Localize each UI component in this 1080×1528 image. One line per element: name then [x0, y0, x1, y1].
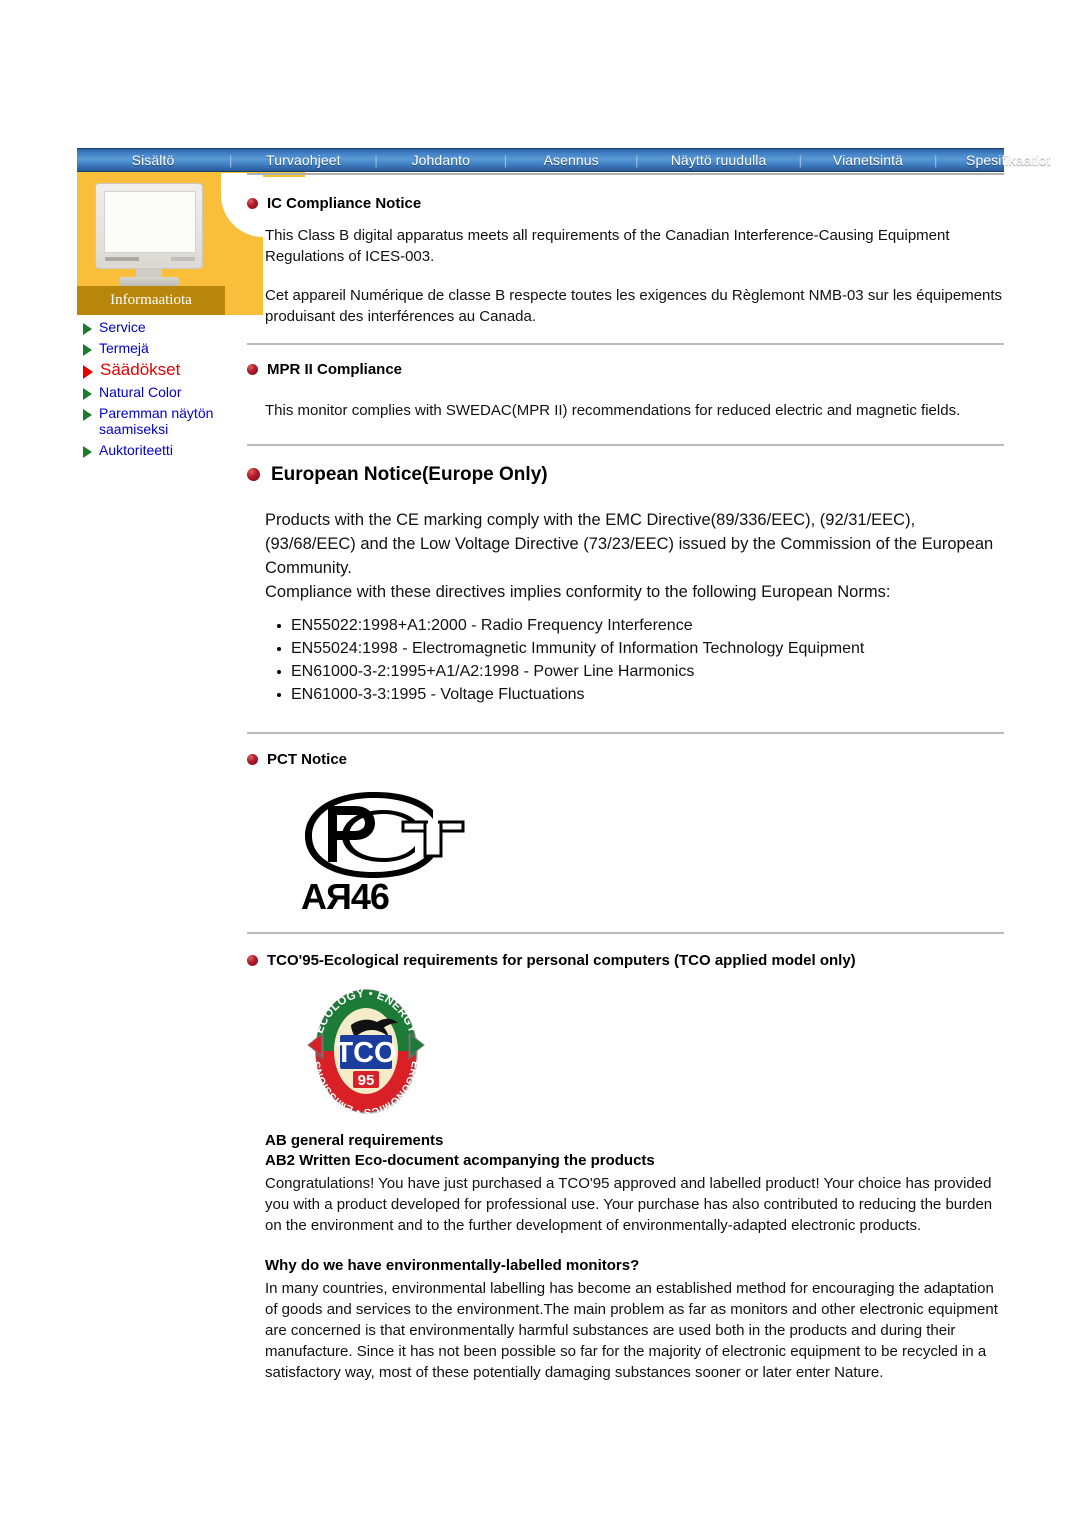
sidebar-item-label: Paremman näytön saamiseksi — [99, 405, 214, 437]
tco-subheading-ab-general: AB general requirements — [265, 1132, 444, 1149]
arrow-right-icon — [83, 446, 92, 458]
mpr-paragraph: This monitor complies with SWEDAC(MPR II… — [265, 402, 961, 419]
nav-tab-vianetsinta[interactable]: Vianetsintä — [802, 152, 934, 168]
tco-subheading-ab2: AB2 Written Eco-document acompanying the… — [265, 1152, 655, 1169]
arrow-right-icon — [83, 323, 92, 335]
tco95-logo: ECOLOGY • ENERGY ERGONOMICS • EMISSIONS … — [305, 985, 427, 1118]
sidebar-link-list: Service Termejä Säädökset Natural Color … — [77, 319, 247, 463]
european-paragraph-1: Products with the CE marking comply with… — [265, 511, 994, 577]
sidebar-item-service[interactable]: Service — [77, 319, 247, 335]
section-heading-european-notice: European Notice(Europe Only) — [247, 464, 1004, 486]
tco-paragraph-2: In many countries, environmental labelli… — [265, 1280, 998, 1381]
sidebar-item-label: Service — [99, 319, 146, 335]
arrow-right-icon — [83, 344, 92, 356]
section-heading-tco95: TCO'95-Ecological requirements for perso… — [247, 952, 1004, 969]
sidebar-item-label: Säädökset — [100, 360, 181, 379]
nav-tab-asennus[interactable]: Asennus — [507, 152, 635, 168]
heading-text: PCT Notice — [267, 751, 348, 768]
tco-year-text: 95 — [358, 1072, 375, 1089]
monitor-screen — [104, 191, 196, 253]
heading-text: IC Compliance Notice — [267, 195, 422, 212]
nav-tab-johdanto[interactable]: Johdanto — [378, 152, 504, 168]
nav-separator: | — [229, 152, 233, 168]
red-sphere-bullet-icon — [247, 364, 258, 375]
tco95-logo-svg: ECOLOGY • ENERGY ERGONOMICS • EMISSIONS … — [307, 988, 425, 1118]
monitor-brand-mark — [105, 257, 139, 261]
tco-subheading-why: Why do we have environmentally-labelled … — [265, 1257, 640, 1274]
section-heading-pct-notice: PCT Notice — [247, 751, 1004, 768]
pct-certification-mark: АЯ46 — [295, 786, 465, 918]
divider — [247, 343, 1004, 345]
list-item: EN61000-3-3:1995 - Voltage Fluctuations — [277, 683, 1004, 706]
red-sphere-bullet-icon — [247, 468, 260, 481]
arrow-right-icon — [83, 365, 93, 379]
nav-tab-turvaohjeet[interactable]: Turvaohjeet — [232, 152, 374, 168]
red-sphere-bullet-icon — [247, 955, 258, 966]
sidebar-product-panel: Informaatiota — [77, 173, 263, 315]
heading-text: MPR II Compliance — [267, 361, 403, 378]
pct-mark-svg — [305, 792, 465, 878]
list-item: EN55024:1998 - Electromagnetic Immunity … — [277, 637, 1004, 660]
divider — [247, 732, 1004, 734]
monitor-body — [95, 183, 203, 269]
main-content: IC Compliance Notice This Class B digita… — [247, 173, 1004, 1383]
sidebar-item-label: Auktoriteetti — [99, 442, 173, 458]
arrow-right-icon — [83, 409, 92, 421]
ic-paragraph-en: This Class B digital apparatus meets all… — [265, 227, 950, 265]
divider — [247, 173, 1004, 175]
tco-paragraph-1: Congratulations! You have just purchased… — [265, 1175, 993, 1234]
nav-tab-spesifikaatiot[interactable]: Spesifikaatiot — [937, 152, 1079, 168]
nav-tab-nayttoruudulla[interactable]: Näyttö ruudulla — [639, 152, 799, 168]
nav-separator: | — [933, 152, 938, 168]
sidebar-item-label: Natural Color — [99, 384, 182, 400]
sidebar-item-label: Termejä — [99, 340, 149, 356]
sidebar-item-auktoriteetti[interactable]: Auktoriteetti — [77, 442, 247, 458]
nav-separator: | — [374, 152, 378, 168]
arrow-right-icon — [83, 388, 92, 400]
sidebar-item-natural-color[interactable]: Natural Color — [77, 384, 247, 400]
divider — [247, 444, 1004, 446]
red-sphere-bullet-icon — [247, 754, 258, 765]
section-heading-ic-compliance: IC Compliance Notice — [247, 195, 1004, 212]
divider — [247, 932, 1004, 934]
sidebar-item-saadokset[interactable]: Säädökset — [77, 361, 247, 379]
nav-tab-sisalto[interactable]: Sisältö — [77, 152, 229, 168]
pct-mark-code: АЯ46 — [301, 876, 390, 917]
red-sphere-bullet-icon — [247, 198, 258, 209]
monitor-model-mark — [171, 257, 195, 261]
nav-separator: | — [503, 152, 508, 168]
sidebar-panel-caption: Informaatiota — [77, 286, 225, 315]
sidebar: Informaatiota Service Termejä Säädökset … — [77, 173, 263, 458]
tco-center-text: TCO — [335, 1037, 396, 1069]
main-navigation-bar: Sisältö | Turvaohjeet | Johdanto | Asenn… — [77, 148, 1080, 172]
list-item: EN55022:1998+A1:2000 - Radio Frequency I… — [277, 614, 1004, 637]
european-norms-list: EN55022:1998+A1:2000 - Radio Frequency I… — [247, 614, 1004, 706]
list-item: EN61000-3-2:1995+A1/A2:1998 - Power Line… — [277, 660, 1004, 683]
heading-text: European Notice(Europe Only) — [271, 464, 548, 485]
sidebar-item-termeja[interactable]: Termejä — [77, 340, 247, 356]
nav-separator: | — [635, 152, 639, 168]
monitor-illustration — [95, 183, 203, 288]
section-heading-mpr-ii: MPR II Compliance — [247, 361, 1004, 378]
european-paragraph-2: Compliance with these directives implies… — [265, 583, 891, 601]
heading-text: TCO'95-Ecological requirements for perso… — [267, 952, 856, 969]
ic-paragraph-fr: Cet appareil Numérique de classe B respe… — [265, 287, 1003, 325]
nav-separator: | — [798, 152, 802, 168]
sidebar-item-paremman-nayton-saamiseksi[interactable]: Paremman näytön saamiseksi — [77, 405, 247, 437]
